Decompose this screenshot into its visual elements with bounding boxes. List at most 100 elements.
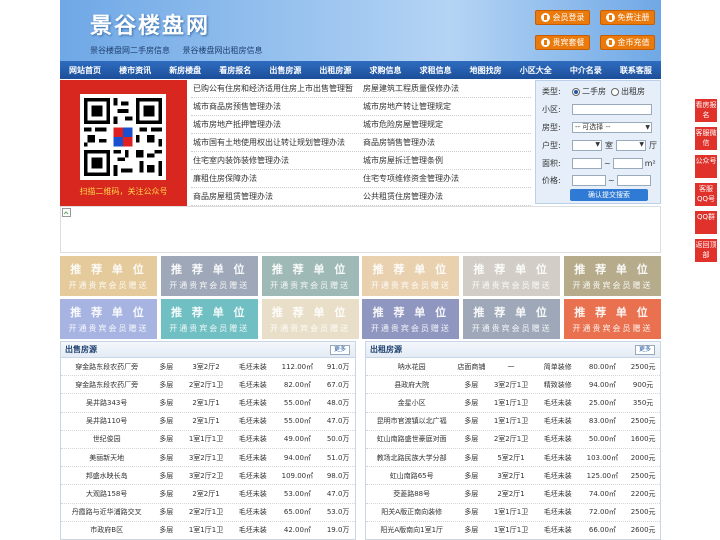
policy-link[interactable]: 城市房屋拆迁管理条例 bbox=[361, 155, 531, 166]
rent-more-button[interactable]: 更多 bbox=[634, 345, 655, 355]
recommended-unit-tile[interactable]: 推 荐 单 位开通贵宾会员赠送 bbox=[261, 256, 359, 296]
nav-map[interactable]: 地图找房 bbox=[461, 65, 511, 76]
listing-title-link[interactable]: 吴井路110号 bbox=[61, 416, 152, 426]
sale-more-button[interactable]: 更多 bbox=[329, 345, 350, 355]
sidebar-qq-group[interactable]: QQ群 bbox=[695, 211, 717, 234]
table-row[interactable]: 阳关A版正南向装修 多层 1室1厅1卫 毛坯未装 72.00㎡ 2500元 bbox=[366, 504, 660, 522]
recommended-unit-tile[interactable]: 推 荐 单 位开通贵宾会员赠送 bbox=[261, 299, 359, 339]
listing-title-link[interactable]: 阳光A版南向1室1厅 bbox=[366, 525, 457, 535]
area-min-input[interactable] bbox=[572, 158, 602, 169]
recommended-unit-tile[interactable]: 推 荐 单 位开通贵宾会员赠送 bbox=[564, 256, 661, 296]
recommended-unit-tile[interactable]: 推 荐 单 位开通贵宾会员赠送 bbox=[463, 299, 561, 339]
listing-title-link[interactable]: 丹霞路与近华浦路交叉 bbox=[61, 507, 152, 517]
site-logo[interactable]: 景谷楼盘网 bbox=[90, 8, 210, 40]
policy-link[interactable]: 住宅室内装饰装修管理办法 bbox=[191, 155, 361, 166]
recommended-unit-tile[interactable]: 推 荐 单 位开通贵宾会员赠送 bbox=[564, 299, 661, 339]
policy-link[interactable]: 商品房屋租赁管理办法 bbox=[191, 191, 361, 202]
price-max-input[interactable] bbox=[616, 175, 651, 186]
table-row[interactable]: 邦盛水映长岛 多层 3室2厅2卫 毛坯未装 109.00㎡ 98.0万 bbox=[61, 467, 355, 486]
table-row[interactable]: 美丽新天地 多层 3室2厅1卫 毛坯未装 94.00㎡ 51.0万 bbox=[61, 449, 355, 468]
listing-title-link[interactable]: 阳关A版正南向装修 bbox=[366, 507, 457, 517]
policy-link[interactable]: 公共租赁住房管理办法 bbox=[361, 191, 531, 202]
banner-image-placeholder[interactable] bbox=[60, 206, 661, 253]
listing-title-link[interactable]: 虹山南路65号 bbox=[366, 471, 457, 481]
recommended-unit-tile[interactable]: 推 荐 单 位开通贵宾会员赠送 bbox=[60, 299, 157, 339]
policy-link[interactable]: 已购公有住房和经济适用住房上市出售管理暂 bbox=[191, 83, 361, 94]
listing-title-link[interactable]: 呐水花园 bbox=[366, 362, 457, 372]
listing-title-link[interactable]: 昆明市官渡镇以北广福 bbox=[366, 416, 457, 426]
listing-title-link[interactable]: 邦盛水映长岛 bbox=[61, 471, 152, 481]
recommended-unit-tile[interactable]: 推 荐 单 位开通贵宾会员赠送 bbox=[362, 299, 460, 339]
nav-news[interactable]: 楼市资讯 bbox=[110, 65, 160, 76]
sidebar-service-qq[interactable]: 客服QQ号 bbox=[695, 183, 717, 206]
recommended-unit-tile[interactable]: 推 荐 单 位开通贵宾会员赠送 bbox=[160, 256, 258, 296]
listing-title-link[interactable]: 金星小区 bbox=[366, 398, 457, 408]
recommended-unit-tile[interactable]: 推 荐 单 位开通贵宾会员赠送 bbox=[160, 299, 258, 339]
listing-title-link[interactable]: 穿金路东段农药厂旁 bbox=[61, 362, 152, 372]
table-row[interactable]: 穿金路东段农药厂旁 多层 3室2厅2 毛坯未装 112.00㎡ 91.0万 bbox=[61, 358, 355, 377]
nav-new-homes[interactable]: 新房楼盘 bbox=[160, 65, 210, 76]
secondhand-link[interactable]: 景谷楼盘网二手房信息 bbox=[90, 46, 170, 55]
nav-contact[interactable]: 联系客服 bbox=[611, 65, 661, 76]
policy-link[interactable]: 住宅专项维修资金管理办法 bbox=[361, 173, 531, 184]
table-row[interactable]: 茭菱路88号 多层 2室2厅1 毛坯未装 74.00㎡ 2200元 bbox=[366, 485, 660, 504]
area-max-input[interactable] bbox=[612, 158, 643, 169]
policy-link[interactable]: 廉租住房保障办法 bbox=[191, 173, 361, 184]
table-row[interactable]: 穿金路东段农药厂旁 多层 2室2厅1卫 毛坯未装 82.00㎡ 67.0万 bbox=[61, 376, 355, 395]
listing-title-link[interactable]: 虹山南路盛世豪庭对面 bbox=[366, 434, 457, 444]
sidebar-service-wechat[interactable]: 客服微信 bbox=[695, 127, 717, 150]
table-row[interactable]: 县政府大院 多层 3室2厅1卫 精致装修 94.00㎡ 900元 bbox=[366, 376, 660, 395]
listing-title-link[interactable]: 穿金路东段农药厂旁 bbox=[61, 380, 152, 390]
listing-title-link[interactable]: 县政府大院 bbox=[366, 380, 457, 390]
hall-select[interactable]: ▼ bbox=[616, 140, 646, 151]
listing-title-link[interactable]: 茭菱路88号 bbox=[366, 489, 457, 499]
table-row[interactable]: 虹山南路盛世豪庭对面 多层 2室2厅1卫 毛坯未装 50.00㎡ 1600元 bbox=[366, 431, 660, 449]
table-row[interactable]: 市政府B区 多层 1室1厅1卫 毛坯未装 42.00㎡ 19.0万 bbox=[61, 522, 355, 540]
price-min-input[interactable] bbox=[572, 175, 606, 186]
recommended-unit-tile[interactable]: 推 荐 单 位开通贵宾会员赠送 bbox=[463, 256, 561, 296]
community-input[interactable] bbox=[572, 104, 652, 115]
recharge-button[interactable]: 金币充值 bbox=[600, 35, 655, 50]
table-row[interactable]: 阳光A版南向1室1厅 多层 1室1厅1卫 毛坯未装 66.00㎡ 2600元 bbox=[366, 522, 660, 540]
vip-package-button[interactable]: 贵宾套餐 bbox=[535, 35, 590, 50]
listing-title-link[interactable]: 吴井路343号 bbox=[61, 398, 152, 408]
sidebar-official-account[interactable]: 公众号 bbox=[695, 155, 717, 178]
nav-agents[interactable]: 中介名录 bbox=[561, 65, 611, 76]
recommended-unit-tile[interactable]: 推 荐 单 位开通贵宾会员赠送 bbox=[362, 256, 460, 296]
listing-title-link[interactable]: 世纪俊园 bbox=[61, 434, 152, 444]
policy-link[interactable]: 房屋建筑工程质量保修办法 bbox=[361, 83, 531, 94]
policy-link[interactable]: 城市国有土地使用权出让转让规划管理办法 bbox=[191, 137, 361, 148]
policy-link[interactable]: 城市商品房预售管理办法 bbox=[191, 101, 361, 112]
table-row[interactable]: 大观路158号 多层 2室2厅1 毛坯未装 53.00㎡ 47.0万 bbox=[61, 485, 355, 504]
nav-wanted-rent[interactable]: 求租信息 bbox=[411, 65, 461, 76]
policy-link[interactable]: 商品房销售管理办法 bbox=[361, 137, 531, 148]
radio-secondhand[interactable] bbox=[572, 87, 580, 96]
listing-title-link[interactable]: 美丽新天地 bbox=[61, 453, 152, 463]
listing-title-link[interactable]: 大观路158号 bbox=[61, 489, 152, 499]
table-row[interactable]: 吴井路343号 多层 2室1厅1 毛坯未装 55.00㎡ 48.0万 bbox=[61, 394, 355, 413]
nav-viewing-signup[interactable]: 看房报名 bbox=[210, 65, 260, 76]
room-select[interactable]: ▼ bbox=[572, 140, 602, 151]
sidebar-viewing-signup[interactable]: 看房报名 bbox=[695, 99, 717, 122]
house-type-select[interactable]: -- 可选择 -- ▼ bbox=[572, 122, 652, 133]
policy-link[interactable]: 城市危险房屋管理规定 bbox=[361, 119, 531, 130]
policy-link[interactable]: 城市房地产转让管理规定 bbox=[361, 101, 531, 112]
table-row[interactable]: 世纪俊园 多层 1室1厅1卫 毛坯未装 49.00㎡ 50.0万 bbox=[61, 431, 355, 449]
radio-rental[interactable] bbox=[611, 87, 619, 96]
rental-link[interactable]: 景谷楼盘网出租房信息 bbox=[183, 46, 263, 55]
nav-wanted-buy[interactable]: 求购信息 bbox=[360, 65, 410, 76]
login-button[interactable]: 会员登录 bbox=[535, 10, 590, 25]
table-row[interactable]: 金星小区 多层 1室1厅1卫 毛坯未装 25.00㎡ 350元 bbox=[366, 394, 660, 413]
nav-home[interactable]: 网站首页 bbox=[60, 65, 110, 76]
register-button[interactable]: 免费注册 bbox=[600, 10, 655, 25]
sidebar-back-to-top[interactable]: 返回顶部 bbox=[695, 239, 717, 262]
nav-communities[interactable]: 小区大全 bbox=[511, 65, 561, 76]
table-row[interactable]: 昆明市官渡镇以北广福 多层 1室1厅1卫 毛坯未装 83.00㎡ 2500元 bbox=[366, 413, 660, 431]
table-row[interactable]: 吴井路110号 多层 2室1厅1 毛坯未装 55.00㎡ 47.0万 bbox=[61, 413, 355, 431]
listing-title-link[interactable]: 教场北路民族大学分部 bbox=[366, 453, 457, 463]
policy-link[interactable]: 城市房地产抵押管理办法 bbox=[191, 119, 361, 130]
table-row[interactable]: 教场北路民族大学分部 多层 5室2厅1 毛坯未装 103.00㎡ 2000元 bbox=[366, 449, 660, 468]
recommended-unit-tile[interactable]: 推 荐 单 位开通贵宾会员赠送 bbox=[60, 256, 157, 296]
table-row[interactable]: 呐水花园 店面商铺 一 简单装修 80.00㎡ 2500元 bbox=[366, 358, 660, 377]
nav-for-sale[interactable]: 出售房源 bbox=[260, 65, 310, 76]
